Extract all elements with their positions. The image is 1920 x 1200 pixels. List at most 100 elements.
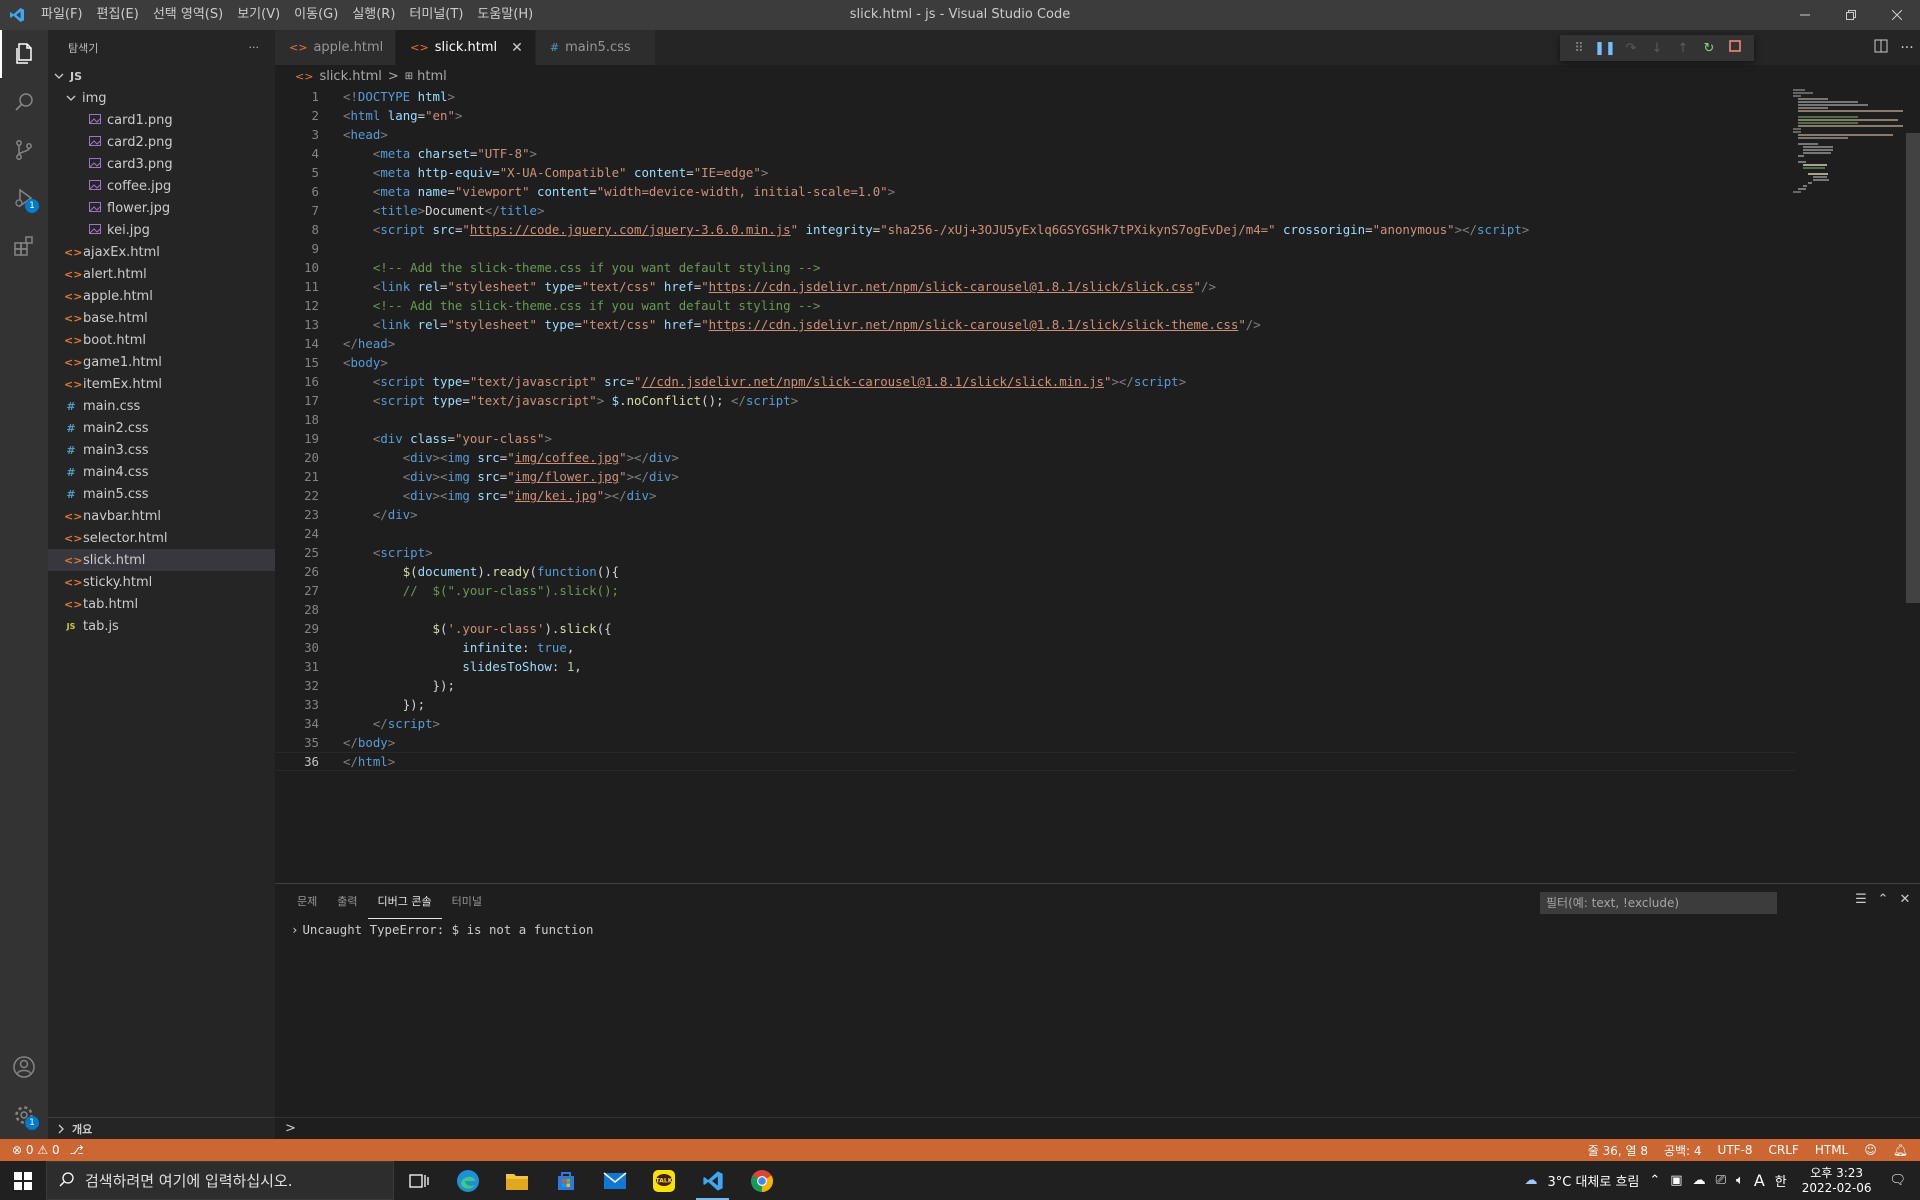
file-item[interactable]: <> boot.html	[48, 329, 275, 351]
code-line[interactable]: 31 slidesToShow: 1,	[275, 657, 1795, 676]
notification-icon[interactable]: 🗨︎	[1881, 1173, 1920, 1188]
line-ending[interactable]: CRLF	[1769, 1143, 1799, 1157]
step-into-icon[interactable]: ↓	[1644, 41, 1670, 56]
file-item[interactable]: kei.jpg	[48, 219, 275, 241]
code-line[interactable]: 36 </html>	[275, 752, 1795, 771]
step-over-icon[interactable]: ↷	[1618, 41, 1644, 56]
cursor-position[interactable]: 줄 36, 열 8	[1588, 1142, 1648, 1159]
menu-terminal[interactable]: 터미널(T)	[402, 0, 470, 30]
scrollbar-thumb[interactable]	[1906, 133, 1920, 603]
file-item[interactable]: <> itemEx.html	[48, 373, 275, 395]
file-item[interactable]: <> alert.html	[48, 263, 275, 285]
code-line[interactable]: 7 <title>Document</title>	[275, 201, 1795, 220]
encoding[interactable]: UTF-8	[1718, 1143, 1753, 1157]
code-line[interactable]: 18	[275, 410, 1795, 429]
pause-icon[interactable]: ❚❚	[1592, 41, 1618, 56]
file-explorer-icon[interactable]	[492, 1161, 541, 1200]
mail-icon[interactable]	[590, 1161, 639, 1200]
extensions-icon[interactable]	[0, 222, 48, 270]
editor-tab[interactable]: # main5.css	[535, 30, 656, 65]
language-mode[interactable]: HTML	[1815, 1143, 1848, 1157]
code-line[interactable]: 30 infinite: true,	[275, 638, 1795, 657]
weather-icon[interactable]: ☁	[1519, 1173, 1542, 1188]
code-line[interactable]: 28	[275, 600, 1795, 619]
console-message[interactable]: › Uncaught TypeError: $ is not a function	[291, 922, 1904, 937]
file-item[interactable]: # main5.css	[48, 483, 275, 505]
code-line[interactable]: 3 <head>	[275, 125, 1795, 144]
code-line[interactable]: 12 <!-- Add the slick-theme.css if you w…	[275, 296, 1795, 315]
file-item[interactable]: flower.jpg	[48, 197, 275, 219]
menu-run[interactable]: 실행(R)	[345, 0, 402, 30]
code-line[interactable]: 15 <body>	[275, 353, 1795, 372]
editor-tab[interactable]: <> apple.html	[275, 30, 397, 65]
console-filter-input[interactable]: 필터(예: text, !exclude)	[1540, 892, 1777, 914]
task-view-icon[interactable]	[394, 1161, 443, 1200]
file-item[interactable]: # main2.css	[48, 417, 275, 439]
code-line[interactable]: 19 <div class="your-class">	[275, 429, 1795, 448]
code-line[interactable]: 34 </script>	[275, 714, 1795, 733]
file-item[interactable]: <> tab.html	[48, 593, 275, 615]
file-item[interactable]: <> base.html	[48, 307, 275, 329]
menu-edit[interactable]: 편집(E)	[90, 0, 146, 30]
volume-icon[interactable]: 🔈︎	[1731, 1173, 1749, 1188]
panel-tab[interactable]: 디버그 콘솔	[367, 884, 442, 919]
code-line[interactable]: 29 $('.your-class').slick({	[275, 619, 1795, 638]
file-item[interactable]: card3.png	[48, 153, 275, 175]
restore-button[interactable]	[1828, 0, 1874, 30]
file-item[interactable]: JS tab.js	[48, 615, 275, 637]
maximize-panel-icon[interactable]: ⌃	[1872, 892, 1894, 907]
code-line[interactable]: 10 <!-- Add the slick-theme.css if you w…	[275, 258, 1795, 277]
menu-view[interactable]: 보기(V)	[230, 0, 287, 30]
code-line[interactable]: 2 <html lang="en">	[275, 106, 1795, 125]
file-item[interactable]: # main.css	[48, 395, 275, 417]
restart-icon[interactable]: ↻	[1696, 41, 1722, 56]
more-actions-icon[interactable]: ···	[1894, 40, 1920, 56]
minimap[interactable]	[1793, 87, 1903, 197]
file-item[interactable]: <> slick.html	[48, 549, 275, 571]
account-icon[interactable]	[0, 1043, 48, 1091]
workspace-root[interactable]: JS	[48, 65, 275, 87]
gear-icon[interactable]: 1	[0, 1091, 48, 1139]
ime-hangul[interactable]: 한	[1770, 1171, 1792, 1190]
code-line[interactable]: 14 </head>	[275, 334, 1795, 353]
bell-icon[interactable]: 🔔︎	[1893, 1143, 1908, 1157]
menu-help[interactable]: 도움말(H)	[470, 0, 540, 30]
panel-tab[interactable]: 터미널	[442, 884, 492, 919]
chrome-icon[interactable]	[737, 1161, 786, 1200]
code-line[interactable]: 24	[275, 524, 1795, 543]
close-panel-icon[interactable]: ✕	[1894, 892, 1916, 907]
run-debug-icon[interactable]: 1	[0, 174, 48, 222]
ime-mode[interactable]: A	[1749, 1171, 1770, 1190]
windows-start-icon[interactable]	[0, 1161, 46, 1200]
code-line[interactable]: 5 <meta http-equiv="X-UA-Compatible" con…	[275, 163, 1795, 182]
code-line[interactable]: 33 });	[275, 695, 1795, 714]
menu-selection[interactable]: 선택 영역(S)	[146, 0, 230, 30]
outline-section[interactable]: 개요	[48, 1117, 275, 1139]
onedrive-icon[interactable]: ☁	[1688, 1173, 1711, 1188]
indentation[interactable]: 공백: 4	[1664, 1142, 1702, 1159]
breadcrumb-node[interactable]: html	[417, 69, 447, 84]
problems-indicator[interactable]: ⊗ 0 ⚠ 0	[12, 1143, 60, 1157]
file-item[interactable]: card2.png	[48, 131, 275, 153]
more-actions-icon[interactable]: ···	[249, 41, 260, 54]
console-input[interactable]: >	[275, 1117, 1920, 1139]
stop-icon[interactable]	[1722, 40, 1748, 56]
chevron-up-icon[interactable]: ⌃	[1644, 1173, 1665, 1188]
file-item[interactable]: <> navbar.html	[48, 505, 275, 527]
file-item[interactable]: <> game1.html	[48, 351, 275, 373]
vscode-taskbar-icon[interactable]	[688, 1161, 737, 1200]
file-item[interactable]: # main4.css	[48, 461, 275, 483]
menu-file[interactable]: 파일(F)	[34, 0, 90, 30]
store-icon[interactable]	[541, 1161, 590, 1200]
folder-img[interactable]: img	[48, 87, 275, 109]
code-line[interactable]: 11 <link rel="stylesheet" type="text/css…	[275, 277, 1795, 296]
weather-text[interactable]: 3°C 대체로 흐림	[1542, 1171, 1644, 1190]
breadcrumb-file[interactable]: slick.html	[319, 69, 381, 84]
feedback-icon[interactable]: ☺	[1864, 1143, 1877, 1157]
code-line[interactable]: 21 <div><img src="img/flower.jpg"></div>	[275, 467, 1795, 486]
code-line[interactable]: 32 });	[275, 676, 1795, 695]
close-tab-icon[interactable]: ✕	[511, 40, 523, 56]
step-out-icon[interactable]: ↑	[1670, 41, 1696, 56]
explorer-icon[interactable]	[0, 30, 48, 78]
clear-console-icon[interactable]: ☰	[1850, 892, 1872, 907]
